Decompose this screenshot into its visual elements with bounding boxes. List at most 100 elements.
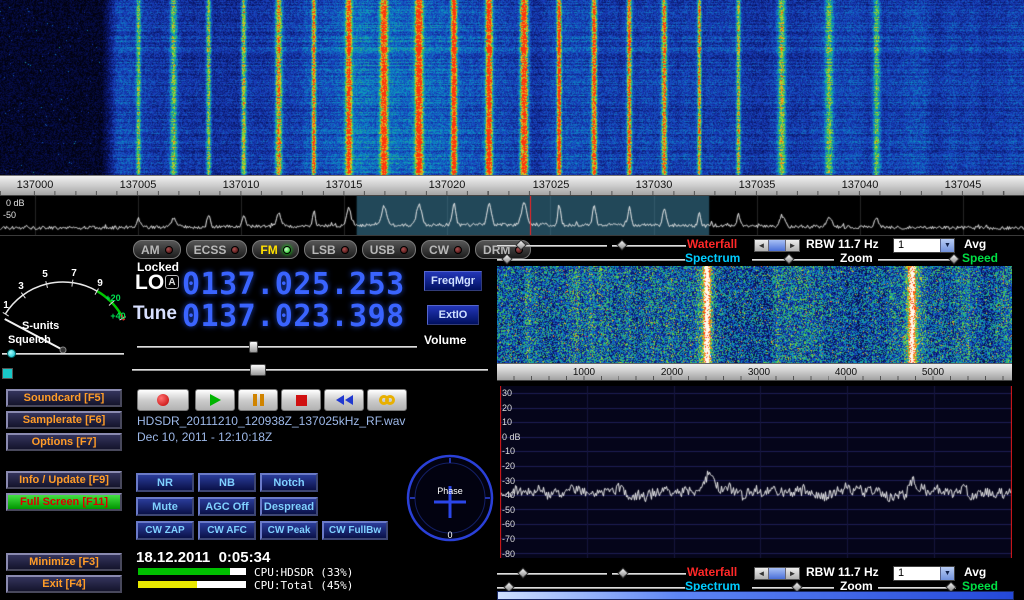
rewind-icon	[336, 395, 353, 405]
mode-button-fm[interactable]: FM	[252, 240, 298, 259]
scale-label: 137005	[120, 179, 157, 191]
volume-slider-thumb[interactable]	[249, 341, 258, 353]
dsp-button-nb[interactable]: NB	[198, 473, 256, 492]
main-spectrum-db-label-mid: -50	[3, 210, 16, 220]
lo-lock-badge[interactable]: A	[165, 275, 179, 289]
dsp-button-despread[interactable]: Despread	[260, 497, 318, 516]
lo-frequency-display[interactable]: 0137.025.253	[182, 267, 405, 302]
speed-label-top: Speed	[962, 251, 998, 265]
scale-label: 137015	[326, 179, 363, 191]
menu-button-exit[interactable]: Exit [F4]	[6, 575, 122, 593]
zoom-thumb[interactable]	[768, 568, 786, 579]
avg-label-top: Avg	[964, 237, 986, 251]
recording-filename: HDSDR_20111210_120938Z_137025kHz_RF.wav	[137, 414, 405, 428]
waterfall-contrast-slider-top[interactable]	[612, 240, 686, 252]
af-frequency-scale[interactable]: 1000 2000 3000 4000 5000	[497, 363, 1012, 381]
zoom-in-arrow-icon[interactable]: ►	[786, 240, 799, 251]
squelch-slider[interactable]	[2, 348, 124, 360]
af-waterfall[interactable]	[497, 266, 1012, 363]
play-button[interactable]	[195, 389, 235, 411]
slider-thumb[interactable]	[618, 567, 629, 578]
scale-label: 137045	[945, 179, 982, 191]
menu-button-info-update[interactable]: Info / Update [F9]	[6, 471, 122, 489]
main-frequency-scale[interactable]: 137000 137005 137010 137015 137020 13702…	[0, 175, 1024, 196]
spectrum-gain-slider-top[interactable]	[497, 254, 685, 266]
smeter-tick-label: 5	[42, 269, 48, 280]
squelch-slider-thumb[interactable]	[7, 349, 16, 358]
volume-label: Volume	[424, 333, 466, 347]
smeter-tick-label: 1	[3, 300, 9, 311]
dsp-button-cw-zap[interactable]: CW ZAP	[136, 521, 194, 540]
extio-button[interactable]: ExtIO	[427, 305, 479, 325]
avg-select-bottom[interactable]: 1 ▼	[893, 566, 955, 581]
mode-button-lsb[interactable]: LSB	[304, 240, 357, 259]
mode-led-icon	[231, 246, 239, 254]
play-icon	[210, 394, 221, 406]
slider-track	[137, 346, 417, 348]
scale-label: 137025	[533, 179, 570, 191]
stop-button[interactable]	[281, 389, 321, 411]
af-spectrum[interactable]	[500, 386, 1012, 558]
pause-icon	[253, 394, 264, 406]
dsp-button-cw-fullbw[interactable]: CW FullBw	[322, 521, 388, 540]
pause-button[interactable]	[238, 389, 278, 411]
dsp-button-nr[interactable]: NR	[136, 473, 194, 492]
zoom-out-arrow-icon[interactable]: ◄	[755, 568, 768, 579]
mode-label: ECSS	[194, 243, 227, 257]
dsp-button-cw-afc[interactable]: CW AFC	[198, 521, 256, 540]
spectrum-pan-bar[interactable]	[497, 591, 1014, 600]
speed-slider-top[interactable]	[878, 254, 956, 266]
zoom-slider-top[interactable]	[752, 254, 834, 266]
loop-icon	[379, 395, 395, 405]
smeter-tick-label: 3	[18, 281, 24, 292]
menu-button-soundcard[interactable]: Soundcard [F5]	[6, 389, 122, 407]
avg-label-bottom: Avg	[964, 565, 986, 579]
slider-thumb[interactable]	[517, 567, 528, 578]
slider-thumb[interactable]	[616, 239, 627, 250]
avg-select-top[interactable]: 1 ▼	[893, 238, 955, 253]
mode-button-ecss[interactable]: ECSS	[186, 240, 248, 259]
loop-button[interactable]	[367, 389, 407, 411]
dsp-button-mute[interactable]: Mute	[136, 497, 194, 516]
dsp-button-agc-off[interactable]: AGC Off	[198, 497, 256, 516]
freqmgr-button[interactable]: FreqMgr	[424, 271, 482, 291]
chevron-down-icon[interactable]: ▼	[940, 239, 954, 252]
record-button[interactable]	[137, 389, 189, 411]
zoom-control-top[interactable]: ◄ ►	[754, 239, 800, 252]
waterfall-brightness-slider-bottom[interactable]	[497, 568, 607, 580]
waterfall-contrast-slider-bottom[interactable]	[612, 568, 686, 580]
slider-track	[2, 353, 124, 355]
menu-button-options[interactable]: Options [F7]	[6, 433, 122, 451]
slider-thumb[interactable]	[783, 253, 794, 264]
dsp-button-cw-peak[interactable]: CW Peak	[260, 521, 318, 540]
zoom-label-top: Zoom	[840, 251, 873, 265]
slider-thumb[interactable]	[948, 253, 959, 264]
slider-thumb[interactable]	[515, 239, 526, 250]
mode-button-am[interactable]: AM	[133, 240, 181, 259]
main-spectrum[interactable]	[0, 196, 1024, 235]
cpu-total-fill	[138, 581, 197, 588]
mode-led-icon	[341, 246, 349, 254]
zoom-out-arrow-icon[interactable]: ◄	[755, 240, 768, 251]
zoom-thumb[interactable]	[768, 240, 786, 251]
main-waterfall[interactable]	[0, 0, 1024, 175]
menu-button-samplerate[interactable]: Samplerate [F6]	[6, 411, 122, 429]
zoom-control-bottom[interactable]: ◄ ►	[754, 567, 800, 580]
zoom-in-arrow-icon[interactable]: ►	[786, 568, 799, 579]
tuning-slider[interactable]	[132, 364, 488, 376]
mode-button-cw[interactable]: CW	[421, 240, 470, 259]
mode-button-usb[interactable]: USB	[362, 240, 416, 259]
volume-slider[interactable]	[137, 341, 417, 353]
mode-bar: AM ECSS FM LSB USB CW DRM	[133, 240, 531, 259]
smeter-tick-label: 9	[97, 278, 103, 289]
mode-label: FM	[260, 243, 277, 257]
tuning-slider-thumb[interactable]	[250, 364, 266, 376]
menu-button-minimize[interactable]: Minimize [F3]	[6, 553, 122, 571]
waterfall-brightness-slider-top[interactable]	[497, 240, 607, 252]
tune-frequency-display[interactable]: 0137.023.398	[182, 299, 405, 334]
slider-thumb[interactable]	[501, 253, 512, 264]
menu-button-fullscreen[interactable]: Full Screen [F11]	[6, 493, 122, 511]
dsp-button-notch[interactable]: Notch	[260, 473, 318, 492]
chevron-down-icon[interactable]: ▼	[940, 567, 954, 580]
rewind-button[interactable]	[324, 389, 364, 411]
